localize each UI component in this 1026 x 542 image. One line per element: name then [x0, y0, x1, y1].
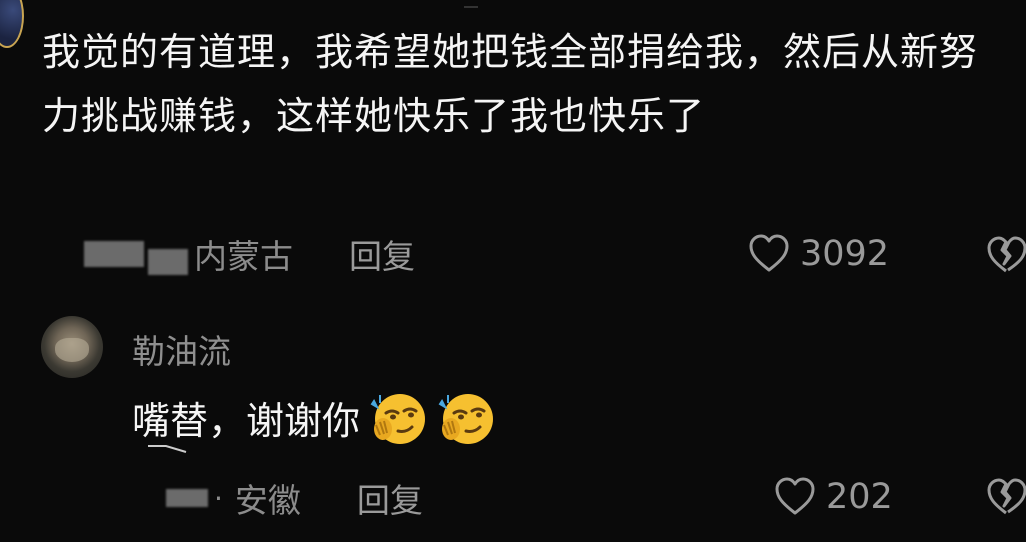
comment-meta-row: 内蒙古 回复 — [84, 234, 415, 276]
reply-location: 安徽 — [234, 481, 301, 520]
comment-body: 我觉的有道理，我希望她把钱全部捐给我，然后从新努力挑战赚钱，这样她快乐了我也快乐… — [42, 30, 979, 138]
reply-body: 嘴替，谢谢你 — [132, 387, 496, 447]
broken-heart-icon[interactable] — [986, 478, 1026, 518]
redacted-username — [84, 241, 144, 267]
heart-outline-icon — [749, 234, 789, 272]
redacted-username-part — [148, 249, 188, 275]
comment-like-count: 3092 — [800, 234, 890, 274]
comment-reply-button[interactable]: 回复 — [349, 230, 415, 278]
heart-outline-icon — [775, 477, 815, 515]
shy-smirk-emoji — [438, 394, 494, 444]
reply-connector-mark — [148, 445, 187, 453]
reply-like-count: 202 — [826, 477, 893, 517]
reply-like-button[interactable]: 202 — [774, 477, 893, 517]
reply-username[interactable]: 勒油流 — [132, 325, 231, 373]
reply-body-text: 嘴替，谢谢你 — [132, 398, 361, 443]
reply-user-avatar[interactable] — [41, 316, 103, 378]
redacted-reply-to-username — [166, 489, 208, 507]
comment-location: 内蒙古 — [194, 237, 293, 276]
broken-heart-icon[interactable] — [986, 236, 1026, 276]
meta-separator: · — [214, 481, 223, 515]
reply-reply-button[interactable]: 回复 — [357, 474, 423, 522]
top-divider-mark — [464, 0, 478, 8]
comment-like-button[interactable]: 3092 — [748, 234, 889, 274]
previous-user-avatar[interactable] — [0, 0, 24, 48]
reply-meta-row: · 安徽 回复 — [166, 478, 423, 520]
shy-smirk-emoji — [370, 394, 426, 444]
